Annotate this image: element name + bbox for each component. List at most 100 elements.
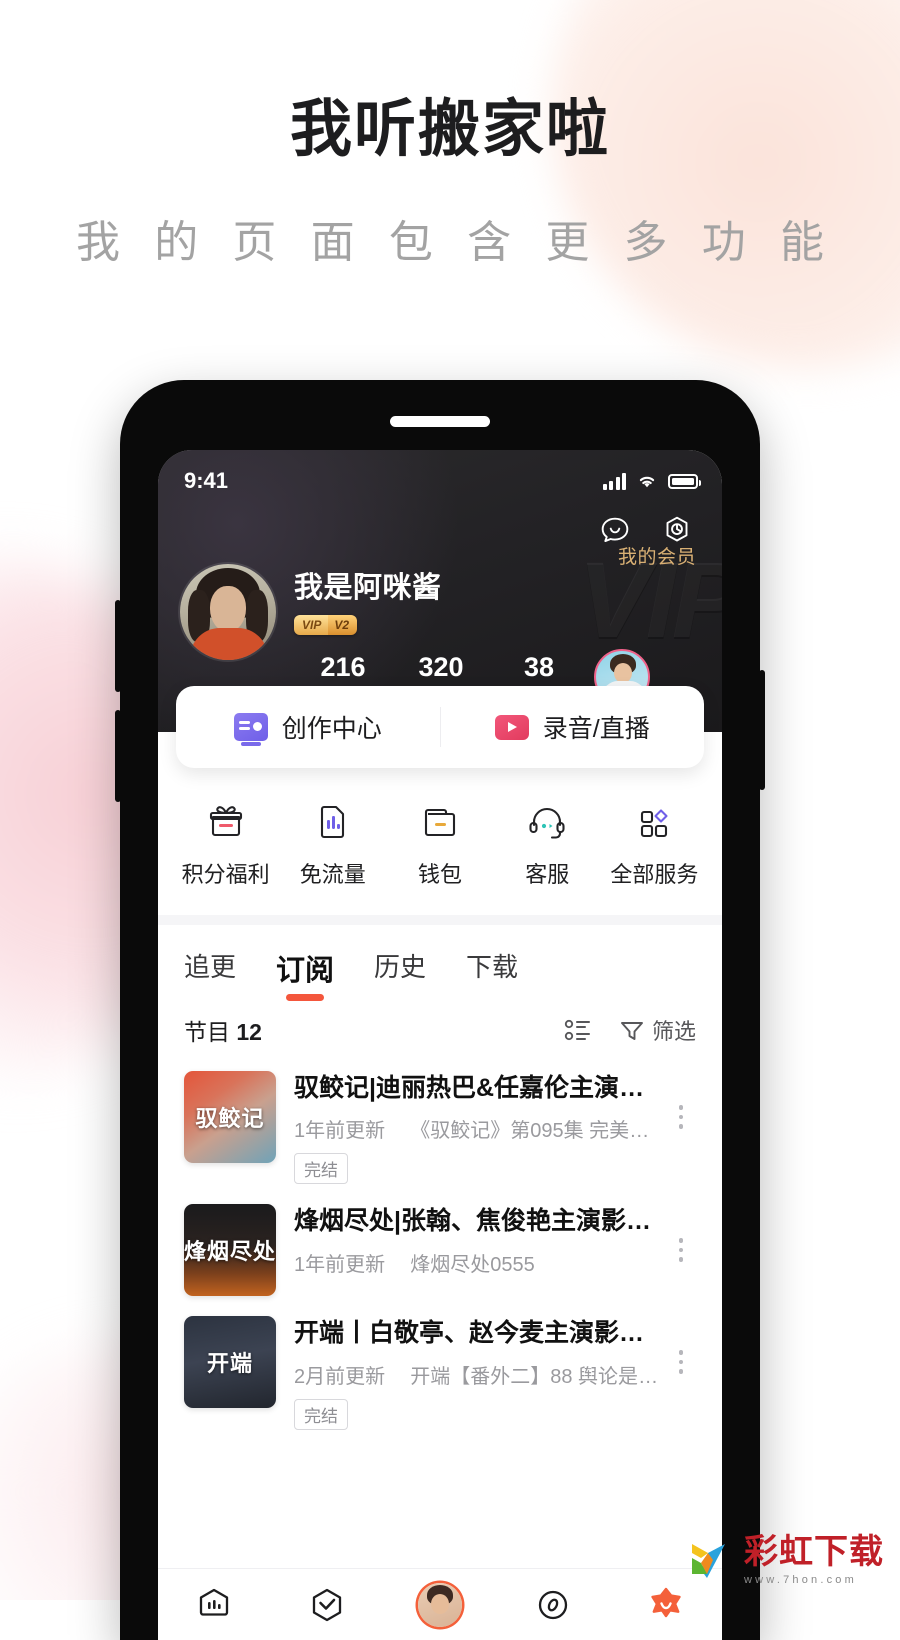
nav-item-circle[interactable]	[496, 1583, 609, 1627]
program-tag: 完结	[294, 1153, 348, 1185]
section-divider	[158, 915, 722, 925]
more-options-icon[interactable]	[666, 1071, 696, 1129]
promo-headline: 我听搬家啦	[289, 96, 610, 164]
user-name[interactable]: 我是阿咪酱	[294, 564, 722, 606]
service-item-support[interactable]: 客服	[494, 798, 601, 889]
status-bar: 9:41	[158, 450, 722, 494]
service-label: 全部服务	[610, 862, 699, 887]
vip-badge-label: VIP	[294, 615, 329, 635]
mine-star-icon	[650, 1587, 681, 1617]
program-thumbnail: 驭鲛记	[184, 1071, 276, 1163]
nav-item-player[interactable]	[384, 1582, 497, 1627]
content-tabs: 追更 订阅 历史 下载	[158, 925, 722, 1003]
creation-center-icon	[233, 713, 268, 746]
headset-icon	[529, 807, 565, 839]
promo-text-block: 我听搬家啦 我 的 页 面 包 含 更 多 功 能	[0, 0, 900, 270]
program-updated: 1年前更新	[294, 1253, 386, 1276]
wifi-icon	[639, 476, 655, 488]
nav-item-home[interactable]	[158, 1583, 271, 1627]
tab-zhuigeng[interactable]: 追更	[184, 947, 236, 1003]
filter-button[interactable]: 筛选	[619, 1014, 696, 1046]
program-count-label: 节目	[184, 1019, 230, 1045]
service-label: 免流量	[299, 862, 366, 887]
stat-value: 38	[523, 652, 555, 682]
creation-center-label: 创作中心	[281, 715, 382, 743]
program-thumbnail-text: 烽烟尽处	[184, 1239, 276, 1265]
service-item-points[interactable]: 积分福利	[172, 798, 279, 889]
program-title: 驭鲛记|迪丽热巴&任嘉伦主演《与君…	[294, 1074, 666, 1102]
program-updated: 1年前更新	[294, 1120, 386, 1143]
list-view-icon[interactable]	[563, 1016, 593, 1044]
program-title: 烽烟尽处|张翰、焦俊艳主演影视 奋…	[294, 1207, 666, 1236]
program-episode: 《驭鲛记》第095集 完美终局	[410, 1120, 666, 1143]
program-list-item[interactable]: 开端 开端丨白敬亭、赵今麦主演影视剧原著… 2月前更新 开端【番外二】88 舆论…	[158, 1306, 722, 1439]
service-item-free-data[interactable]: 免流量	[279, 798, 386, 889]
program-list: 驭鲛记 驭鲛记|迪丽热巴&任嘉伦主演《与君… 1年前更新 《驭鲛记》第095集 …	[158, 1061, 722, 1440]
program-subtitle: 1年前更新 烽烟尽处0555	[294, 1248, 666, 1277]
gift-icon	[209, 806, 242, 837]
service-label: 积分福利	[181, 862, 270, 887]
power-button[interactable]	[759, 670, 765, 790]
record-live-icon	[494, 714, 529, 740]
program-thumbnail: 开端	[184, 1316, 276, 1409]
home-icon	[200, 1588, 229, 1616]
bottom-navigation	[158, 1568, 722, 1640]
battery-icon	[668, 473, 701, 489]
more-options-icon[interactable]	[666, 1316, 696, 1374]
nav-item-mine[interactable]	[609, 1583, 722, 1627]
filter-icon	[621, 1022, 643, 1040]
volume-up-button[interactable]	[115, 600, 121, 692]
filter-bar: 节目 12 筛选	[158, 1003, 722, 1061]
action-card: 创作中心 录音/直播	[176, 686, 704, 768]
status-bar-time: 9:41	[184, 468, 229, 493]
record-live-button[interactable]: 录音/直播	[441, 709, 705, 745]
phone-screen: VIP 9:41	[158, 450, 722, 1640]
discover-icon	[313, 1588, 342, 1621]
program-episode: 开端【番外二】88 舆论是把…	[410, 1365, 666, 1388]
program-episode: 烽烟尽处0555	[410, 1253, 535, 1276]
nav-item-discover[interactable]	[271, 1583, 384, 1627]
program-tag: 完结	[294, 1398, 348, 1430]
program-thumbnail: 烽烟尽处	[184, 1204, 276, 1297]
site-watermark: 彩虹下载 www.7hon.com	[688, 1536, 884, 1586]
service-item-wallet[interactable]: 钱包	[386, 798, 493, 889]
service-label: 客服	[525, 862, 570, 887]
my-membership-link[interactable]: 我的会员	[618, 542, 696, 569]
data-free-icon	[320, 805, 344, 839]
stat-value: 216	[320, 652, 366, 682]
cellular-signal-icon	[602, 472, 626, 490]
service-item-all[interactable]: 全部服务	[601, 798, 708, 889]
watermark-url: www.7hon.com	[744, 1574, 857, 1586]
program-subtitle: 1年前更新 《驭鲛记》第095集 完美终局	[294, 1114, 666, 1143]
phone-mockup: VIP 9:41	[115, 380, 765, 1640]
watermark-title: 彩虹下载	[744, 1534, 884, 1571]
circle-icon	[538, 1590, 567, 1619]
program-thumbnail-text: 驭鲛记	[195, 1106, 265, 1131]
program-count-value: 12	[236, 1019, 262, 1045]
grid-icon	[641, 809, 668, 838]
tab-lishi[interactable]: 历史	[374, 947, 426, 1003]
stat-value: 320	[418, 652, 464, 682]
user-avatar[interactable]	[180, 564, 276, 660]
volume-down-button[interactable]	[115, 710, 121, 802]
record-live-label: 录音/直播	[542, 715, 650, 743]
vip-badge[interactable]: VIP V2	[294, 615, 358, 635]
rainbow-download-logo	[692, 1544, 725, 1578]
wallet-icon	[424, 808, 456, 837]
tab-dingyue[interactable]: 订阅	[276, 947, 334, 1003]
tab-xiazai[interactable]: 下载	[466, 947, 518, 1003]
player-avatar-icon	[417, 1582, 462, 1627]
service-grid: 积分福利 免流量 钱包 客服 全部服务	[158, 768, 722, 915]
program-subtitle: 2月前更新 开端【番外二】88 舆论是把…	[294, 1360, 666, 1389]
service-label: 钱包	[418, 862, 463, 887]
program-title: 开端丨白敬亭、赵今麦主演影视剧原著…	[294, 1319, 666, 1348]
program-list-item[interactable]: 烽烟尽处 烽烟尽处|张翰、焦俊艳主演影视 奋… 1年前更新 烽烟尽处0555	[158, 1194, 722, 1306]
creation-center-button[interactable]: 创作中心	[176, 709, 440, 746]
program-thumbnail-text: 开端	[206, 1351, 253, 1377]
earpiece-speaker	[390, 416, 490, 427]
filter-label: 筛选	[651, 1019, 696, 1044]
program-list-item[interactable]: 驭鲛记 驭鲛记|迪丽热巴&任嘉伦主演《与君… 1年前更新 《驭鲛记》第095集 …	[158, 1061, 722, 1194]
promo-subheadline: 我 的 页 面 包 含 更 多 功 能	[75, 218, 836, 268]
more-options-icon[interactable]	[666, 1204, 696, 1262]
vip-badge-level: V2	[328, 615, 358, 635]
